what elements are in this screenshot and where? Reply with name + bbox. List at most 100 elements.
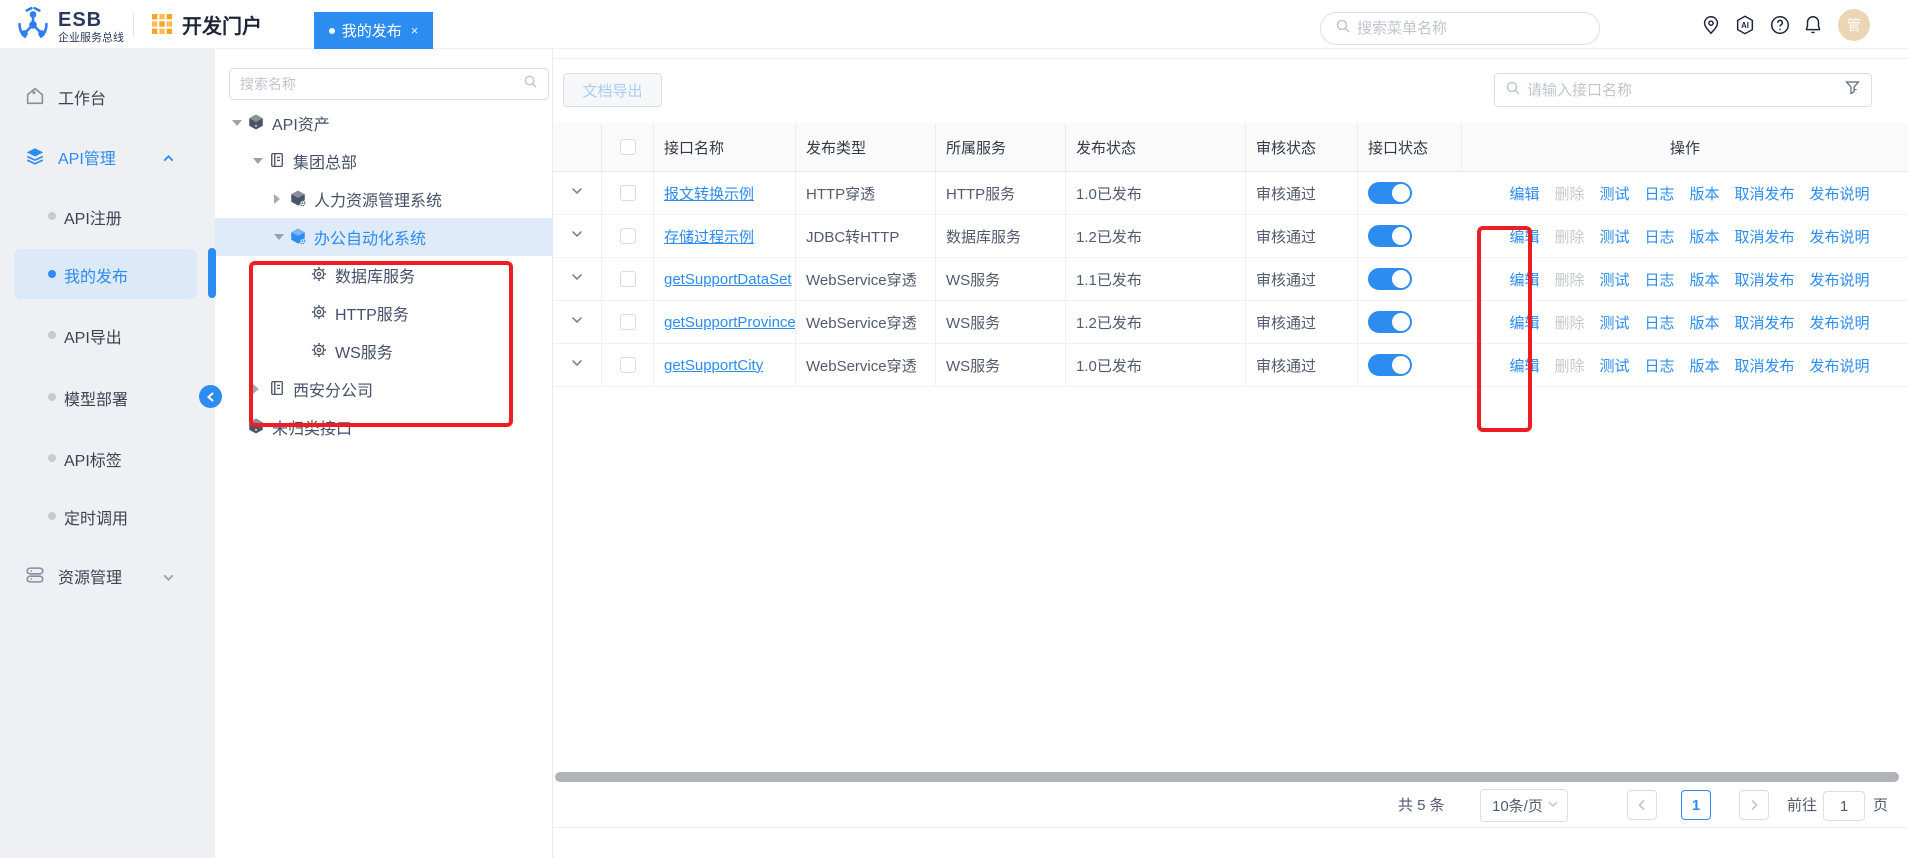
- action-log-link[interactable]: 日志: [1644, 269, 1674, 290]
- action-test-link[interactable]: 测试: [1599, 226, 1629, 247]
- expand-chevron-icon[interactable]: [570, 227, 584, 245]
- tab-my-publish[interactable]: 我的发布 ×: [314, 12, 433, 49]
- sidebar-item-api-tags[interactable]: API标签: [0, 438, 215, 478]
- action-log-link[interactable]: 日志: [1644, 312, 1674, 333]
- action-test-link[interactable]: 测试: [1599, 355, 1629, 376]
- tree-node-ws-service[interactable]: WS服务: [215, 332, 553, 370]
- row-checkbox[interactable]: [620, 357, 636, 373]
- interface-name-link[interactable]: 存储过程示例: [664, 226, 754, 247]
- action-publish-note-link[interactable]: 发布说明: [1810, 355, 1870, 376]
- interface-name-link[interactable]: getSupportProvince: [664, 314, 796, 331]
- action-edit-link[interactable]: 编辑: [1509, 312, 1539, 333]
- tree-arrow-down-icon[interactable]: [253, 158, 267, 164]
- tree-node-unclassified[interactable]: 未归类接口: [215, 408, 553, 446]
- help-icon[interactable]: [1769, 14, 1791, 36]
- action-publish-note-link[interactable]: 发布说明: [1810, 183, 1870, 204]
- notification-bell-icon[interactable]: [1802, 14, 1824, 36]
- expand-chevron-icon[interactable]: [570, 356, 584, 374]
- tree-node-http-service[interactable]: HTTP服务: [215, 294, 553, 332]
- row-checkbox[interactable]: [620, 185, 636, 201]
- tree-arrow-right-icon[interactable]: [253, 384, 267, 394]
- interface-status-toggle[interactable]: [1368, 268, 1412, 290]
- interface-status-toggle[interactable]: [1368, 225, 1412, 247]
- action-log-link[interactable]: 日志: [1644, 183, 1674, 204]
- prev-page-button[interactable]: [1627, 790, 1657, 820]
- tree-node-group-hq[interactable]: 集团总部: [215, 142, 553, 180]
- action-edit-link[interactable]: 编辑: [1509, 355, 1539, 376]
- user-avatar[interactable]: 管: [1838, 9, 1870, 41]
- header-status: 接口状态: [1357, 123, 1461, 171]
- current-page-button[interactable]: 1: [1681, 790, 1711, 820]
- sidebar-item-api-export[interactable]: API导出: [0, 315, 215, 355]
- expand-chevron-icon[interactable]: [570, 184, 584, 202]
- next-page-button[interactable]: [1739, 790, 1769, 820]
- row-checkbox[interactable]: [620, 228, 636, 244]
- action-unpublish-link[interactable]: 取消发布: [1735, 312, 1795, 333]
- interface-name-link[interactable]: getSupportCity: [664, 357, 763, 374]
- action-publish-note-link[interactable]: 发布说明: [1810, 312, 1870, 333]
- panel-collapse-button[interactable]: [199, 385, 222, 408]
- action-test-link[interactable]: 测试: [1599, 269, 1629, 290]
- sidebar-item-model-deploy[interactable]: 模型部署: [0, 377, 215, 417]
- doc-icon: [268, 379, 288, 399]
- sidebar-item-api-register[interactable]: API注册: [0, 196, 215, 236]
- tree-search-input[interactable]: [240, 76, 523, 92]
- interface-search-input[interactable]: [1527, 82, 1838, 99]
- action-test-link[interactable]: 测试: [1599, 312, 1629, 333]
- sidebar-item-scheduled-call[interactable]: 定时调用: [0, 496, 215, 536]
- expand-chevron-icon[interactable]: [570, 313, 584, 331]
- interface-status-toggle[interactable]: [1368, 354, 1412, 376]
- interface-name-link[interactable]: getSupportDataSet: [664, 271, 792, 288]
- tree-node-xian-branch[interactable]: 西安分公司: [215, 370, 553, 408]
- action-edit-link[interactable]: 编辑: [1509, 226, 1539, 247]
- action-version-link[interactable]: 版本: [1690, 183, 1720, 204]
- tree-search-box[interactable]: [229, 68, 549, 100]
- menu-search-box[interactable]: [1320, 12, 1600, 45]
- interface-status-toggle[interactable]: [1368, 182, 1412, 204]
- page-size-select[interactable]: 10条/页: [1480, 789, 1568, 822]
- action-version-link[interactable]: 版本: [1690, 355, 1720, 376]
- action-unpublish-link[interactable]: 取消发布: [1735, 226, 1795, 247]
- action-test-link[interactable]: 测试: [1599, 183, 1629, 204]
- action-publish-note-link[interactable]: 发布说明: [1810, 269, 1870, 290]
- action-publish-note-link[interactable]: 发布说明: [1810, 226, 1870, 247]
- select-all-checkbox[interactable]: [620, 139, 636, 155]
- status-cell: [1357, 344, 1461, 386]
- sidebar-item-resource-management[interactable]: 资源管理: [0, 555, 215, 595]
- action-version-link[interactable]: 版本: [1690, 226, 1720, 247]
- tree-node-db-service[interactable]: 数据库服务: [215, 256, 553, 294]
- action-unpublish-link[interactable]: 取消发布: [1735, 183, 1795, 204]
- interface-status-toggle[interactable]: [1368, 311, 1412, 333]
- tree-arrow-down-icon[interactable]: [232, 120, 246, 126]
- portal-menu[interactable]: 开发门户: [150, 0, 262, 49]
- row-checkbox[interactable]: [620, 271, 636, 287]
- action-log-link[interactable]: 日志: [1644, 355, 1674, 376]
- ai-assistant-icon[interactable]: AI: [1734, 14, 1756, 36]
- location-pin-icon[interactable]: [1700, 14, 1722, 36]
- action-edit-link[interactable]: 编辑: [1509, 183, 1539, 204]
- tree-arrow-down-icon[interactable]: [274, 234, 288, 240]
- action-unpublish-link[interactable]: 取消发布: [1735, 355, 1795, 376]
- action-edit-link[interactable]: 编辑: [1509, 269, 1539, 290]
- filter-funnel-icon[interactable]: [1844, 79, 1861, 101]
- action-version-link[interactable]: 版本: [1690, 312, 1720, 333]
- tab-close-icon[interactable]: ×: [411, 23, 419, 38]
- sidebar-item-workbench[interactable]: 工作台: [0, 76, 215, 116]
- tree-node-api-assets[interactable]: API资产: [215, 104, 553, 142]
- action-version-link[interactable]: 版本: [1690, 269, 1720, 290]
- interface-search-box[interactable]: [1494, 73, 1872, 107]
- action-unpublish-link[interactable]: 取消发布: [1735, 269, 1795, 290]
- sidebar-item-api-management[interactable]: API管理: [0, 136, 215, 176]
- tree-arrow-right-icon[interactable]: [274, 194, 288, 204]
- tree-node-oa-system[interactable]: 办公自动化系统: [215, 218, 553, 256]
- action-log-link[interactable]: 日志: [1644, 226, 1674, 247]
- horizontal-scrollbar[interactable]: [555, 772, 1899, 782]
- doc-export-button[interactable]: 文档导出: [563, 73, 662, 107]
- interface-name-link[interactable]: 报文转换示例: [664, 183, 754, 204]
- sidebar-item-my-publish[interactable]: 我的发布: [0, 254, 215, 294]
- menu-search-input[interactable]: [1357, 20, 1557, 37]
- row-checkbox[interactable]: [620, 314, 636, 330]
- goto-page-input[interactable]: [1823, 791, 1865, 821]
- tree-node-hr-system[interactable]: 人力资源管理系统: [215, 180, 553, 218]
- expand-chevron-icon[interactable]: [570, 270, 584, 288]
